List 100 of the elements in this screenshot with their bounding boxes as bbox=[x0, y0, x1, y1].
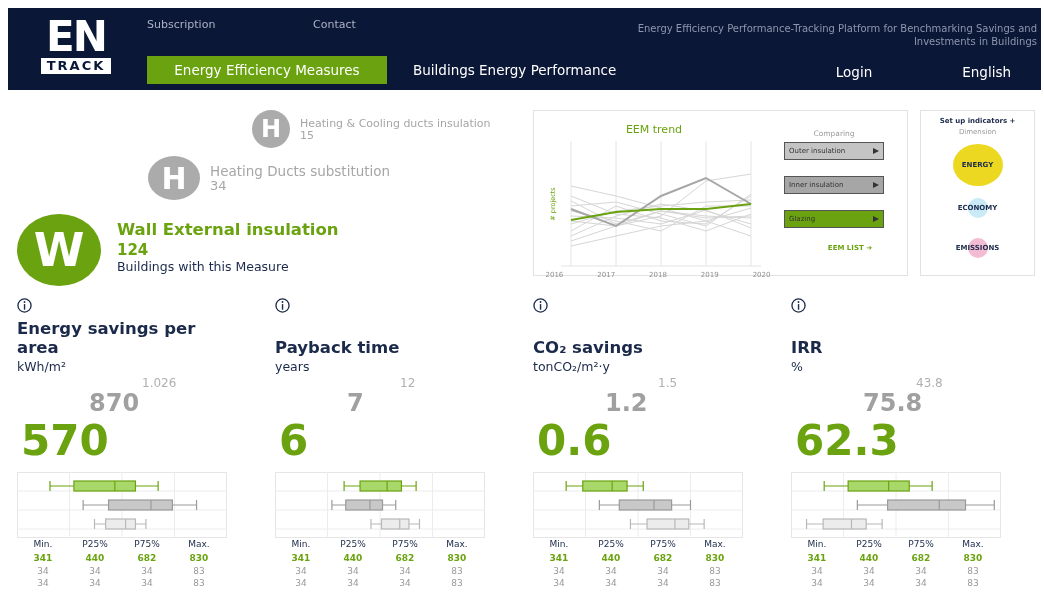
measure-name: Heating Ducts substitution bbox=[210, 163, 391, 179]
measure-count: 34 bbox=[210, 179, 227, 193]
stat-value: 682 bbox=[911, 552, 931, 565]
stat-value: 34 bbox=[399, 577, 411, 589]
metric-title: IRR bbox=[791, 338, 823, 357]
stat-header: P75% bbox=[392, 538, 418, 551]
stat-value: 83 bbox=[193, 565, 205, 577]
stat-value: 34 bbox=[37, 565, 49, 577]
stat-value: 682 bbox=[653, 552, 673, 565]
reference-value: 12 bbox=[400, 376, 416, 390]
metric-value: 62.3 bbox=[795, 418, 899, 464]
nav-link[interactable]: Contact bbox=[313, 18, 479, 31]
stat-header: P75% bbox=[908, 538, 934, 551]
stat-value: 34 bbox=[605, 577, 617, 589]
stat-value: 34 bbox=[657, 577, 669, 589]
logo[interactable]: EN TRACK bbox=[33, 16, 119, 90]
stat-value: 34 bbox=[347, 565, 359, 577]
stat-value: 34 bbox=[605, 565, 617, 577]
stat-value: 83 bbox=[967, 577, 979, 589]
stat-value: 83 bbox=[193, 577, 205, 589]
metric-unit: years bbox=[275, 359, 310, 374]
play-icon bbox=[873, 216, 879, 222]
stat-value: 34 bbox=[811, 577, 823, 589]
play-icon bbox=[873, 148, 879, 154]
tagline: Energy Efficiency Performance-Tracking Platform for Benchmarking Savings and Investments in Buildings bbox=[636, 22, 1038, 48]
nav-link[interactable]: Subscription bbox=[147, 18, 313, 31]
stat-value: 830 bbox=[705, 552, 725, 565]
stat-value: 83 bbox=[451, 577, 463, 589]
header-link[interactable]: Login bbox=[835, 56, 873, 86]
info-icon[interactable] bbox=[275, 298, 290, 313]
logo-text: TRACK bbox=[40, 58, 112, 74]
average-value: 7 bbox=[347, 390, 364, 416]
logo-mark: EN bbox=[46, 16, 106, 58]
average-value: 75.8 bbox=[863, 390, 923, 416]
metric-value: 570 bbox=[21, 418, 109, 464]
stat-value: 341 bbox=[33, 552, 53, 565]
stat-header: Min. bbox=[33, 538, 53, 551]
measure-count: 15 bbox=[300, 130, 315, 141]
stat-value: 341 bbox=[291, 552, 311, 565]
metric-title: Energy savings per area bbox=[17, 319, 197, 357]
stat-header: P75% bbox=[134, 538, 160, 551]
stat-value: 34 bbox=[811, 565, 823, 577]
stat-value: 34 bbox=[915, 577, 927, 589]
stat-value: 34 bbox=[553, 565, 565, 577]
stat-header: P25% bbox=[82, 538, 108, 551]
stat-value: 34 bbox=[141, 577, 153, 589]
measure-count: 124 bbox=[117, 241, 150, 259]
box-plot bbox=[331, 499, 397, 511]
metric-unit: kWh/m² bbox=[17, 359, 66, 374]
stat-header: P25% bbox=[598, 538, 624, 551]
play-icon bbox=[873, 182, 879, 188]
metric-value: 6 bbox=[279, 418, 309, 464]
average-value: 870 bbox=[89, 390, 140, 416]
stat-header: Max. bbox=[704, 538, 726, 551]
stat-value: 34 bbox=[37, 577, 49, 589]
stat-value: 830 bbox=[963, 552, 983, 565]
stat-value: 440 bbox=[85, 552, 105, 565]
stat-value: 34 bbox=[347, 577, 359, 589]
stat-value: 34 bbox=[89, 565, 101, 577]
stat-header: Max. bbox=[188, 538, 210, 551]
stat-value: 440 bbox=[859, 552, 879, 565]
measure-name: Wall External insulation bbox=[117, 220, 339, 239]
metric-unit: tonCO₂/m²·y bbox=[533, 359, 610, 374]
stat-value: 83 bbox=[451, 565, 463, 577]
stat-header: P75% bbox=[650, 538, 676, 551]
stat-value: 34 bbox=[863, 565, 875, 577]
stat-value: 440 bbox=[343, 552, 363, 565]
stat-value: 34 bbox=[295, 565, 307, 577]
info-icon[interactable] bbox=[533, 298, 548, 313]
measure-name: Heating & Cooling ducts insulation bbox=[300, 117, 491, 130]
stat-value: 34 bbox=[399, 565, 411, 577]
stat-header: Max. bbox=[962, 538, 984, 551]
stat-header: Min. bbox=[549, 538, 569, 551]
metric-title: Payback time bbox=[275, 338, 400, 357]
stat-value: 34 bbox=[141, 565, 153, 577]
reference-value: 1.5 bbox=[658, 376, 678, 390]
stat-value: 83 bbox=[709, 565, 721, 577]
metric-title: CO₂ savings bbox=[533, 338, 643, 357]
stat-header: P25% bbox=[340, 538, 366, 551]
stat-value: 341 bbox=[549, 552, 569, 565]
stat-value: 83 bbox=[709, 577, 721, 589]
stat-value: 830 bbox=[189, 552, 209, 565]
stat-value: 34 bbox=[863, 577, 875, 589]
reference-value: 1.026 bbox=[142, 376, 177, 390]
reference-value: 43.8 bbox=[916, 376, 943, 390]
stat-value: 34 bbox=[553, 577, 565, 589]
stat-header: Min. bbox=[291, 538, 311, 551]
info-icon[interactable] bbox=[791, 298, 806, 313]
chart-title: EEM trend bbox=[625, 123, 683, 136]
info-icon[interactable] bbox=[17, 298, 32, 313]
stat-value: 341 bbox=[807, 552, 827, 565]
stat-value: 34 bbox=[295, 577, 307, 589]
header-link[interactable]: English bbox=[962, 56, 1011, 86]
stat-value: 34 bbox=[657, 565, 669, 577]
stat-header: P25% bbox=[856, 538, 882, 551]
measure-caption: Buildings with this Measure bbox=[117, 259, 290, 274]
stat-header: Max. bbox=[446, 538, 468, 551]
nav-tab[interactable]: Buildings Energy Performance bbox=[395, 56, 635, 84]
stat-value: 34 bbox=[915, 565, 927, 577]
stat-value: 83 bbox=[967, 565, 979, 577]
